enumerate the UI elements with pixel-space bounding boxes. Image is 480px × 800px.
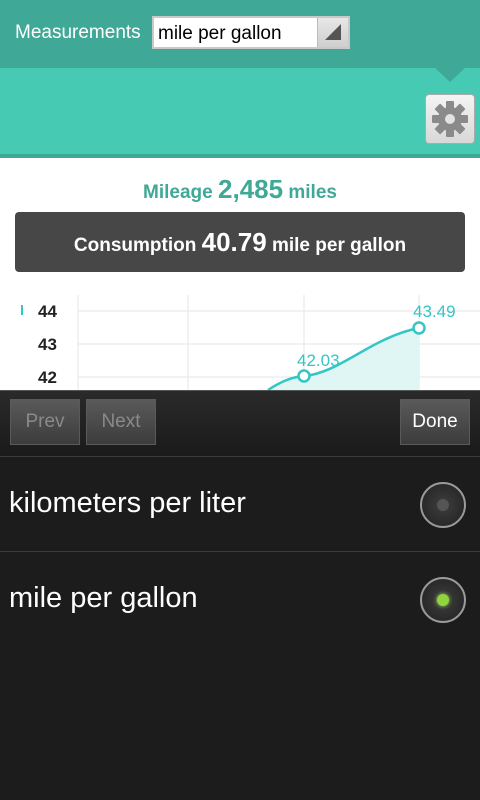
next-button[interactable]: Next — [86, 399, 156, 445]
consumption-chart: 44 43 42 42.03 43.49 — [0, 295, 480, 395]
mileage-label: Mileage — [143, 182, 213, 203]
dropdown-arrow-icon[interactable] — [317, 18, 348, 47]
option-label: mile per gallon — [9, 582, 198, 614]
mileage-unit: miles — [288, 182, 337, 203]
y-tick-label: 43 — [38, 335, 57, 354]
done-button[interactable]: Done — [400, 399, 470, 445]
measurements-label: Measurements — [15, 22, 141, 43]
y-tick-label: 44 — [38, 302, 57, 321]
picker-toolbar: Prev Next Done — [0, 390, 480, 457]
measurement-unit-select[interactable]: mile per gallon — [152, 16, 350, 49]
mileage-value: 2,485 — [218, 174, 284, 204]
option-kilometers-per-liter[interactable]: kilometers per liter — [0, 456, 480, 552]
data-point — [297, 369, 311, 383]
y-tick-label: 42 — [38, 368, 57, 387]
consumption-label: Consumption — [73, 235, 197, 256]
consumption-unit: mile per gallon — [271, 235, 407, 256]
header-banner — [0, 68, 480, 158]
data-label: 43.49 — [413, 302, 456, 321]
unit-picker-sheet: Prev Next Done kilometers per liter mile… — [0, 390, 480, 800]
option-label: kilometers per liter — [9, 487, 246, 519]
gear-icon — [432, 101, 468, 137]
mileage-stat: Mileage 2,485 miles — [0, 174, 480, 205]
banner-notch — [435, 68, 465, 82]
top-bar: Measurements mile per gallon — [0, 0, 480, 68]
select-value: mile per gallon — [158, 23, 282, 44]
prev-button[interactable]: Prev — [10, 399, 80, 445]
data-point — [412, 321, 426, 335]
settings-button[interactable] — [425, 94, 475, 144]
consumption-stat: Consumption 40.79 mile per gallon — [15, 212, 465, 272]
data-label: 42.03 — [297, 351, 340, 370]
radio-dot — [437, 499, 449, 511]
radio-button[interactable] — [420, 482, 466, 528]
option-mile-per-gallon[interactable]: mile per gallon — [0, 552, 480, 648]
radio-dot — [437, 594, 449, 606]
consumption-value: 40.79 — [201, 227, 267, 257]
radio-button[interactable] — [420, 577, 466, 623]
